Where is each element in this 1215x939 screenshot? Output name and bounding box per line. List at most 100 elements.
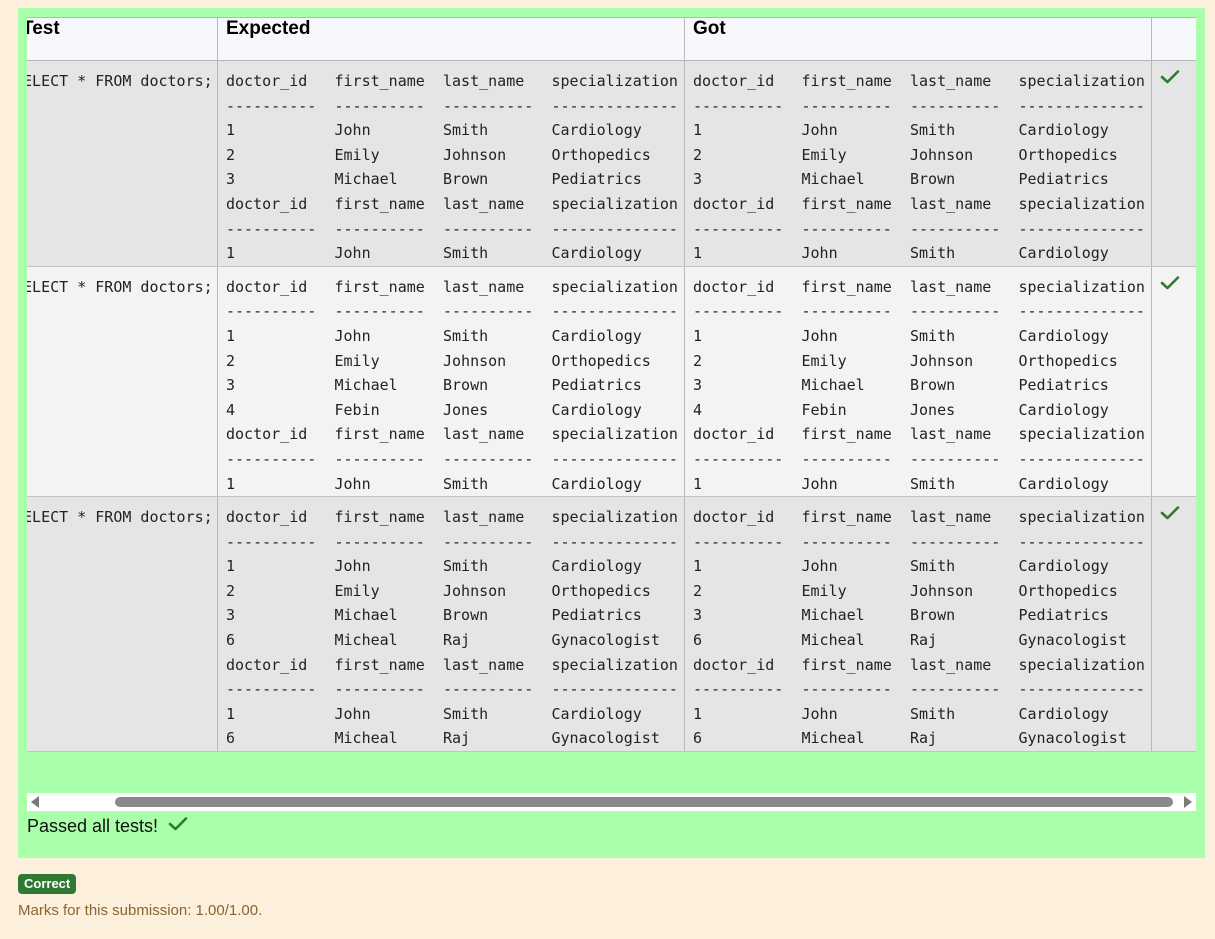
- expected-output-field: 6: [226, 631, 236, 650]
- expected-output-field: Smith: [443, 704, 489, 723]
- expected-output-field: 1: [226, 474, 236, 493]
- expected-output-field: Michael: [334, 376, 398, 395]
- expected-output-field: --------------: [551, 532, 678, 551]
- expected-output-line: 1 John Smith Cardiology: [226, 324, 684, 349]
- expected-output-field: doctor_id: [226, 72, 308, 90]
- scroll-right-arrow-icon[interactable]: [1184, 796, 1192, 808]
- got-output-field: Cardiology: [1018, 400, 1109, 419]
- scroll-left-arrow-icon[interactable]: [31, 796, 39, 808]
- got-output-line: 3 Michael Brown Pediatrics: [693, 373, 1151, 398]
- got-output-field: 2: [693, 145, 703, 164]
- expected-output-field: Jones: [443, 400, 489, 419]
- got-output-line: ---------- ---------- ---------- ----------…: [693, 94, 1151, 119]
- got-output-line: 6 Micheal Raj Gynacologist: [693, 726, 1151, 751]
- expected-output-field: ----------: [226, 449, 317, 468]
- got-output-field: first_name: [801, 655, 892, 674]
- expected-output-field: last_name: [443, 425, 525, 444]
- expected-output-field: John: [334, 704, 371, 723]
- got-output-field: Michael: [801, 606, 865, 625]
- got-output-field: ----------: [801, 680, 892, 699]
- got-output-line: doctor_id first_name last_name specializati…: [693, 275, 1151, 300]
- expected-output-field: 1: [226, 326, 236, 345]
- got-output-field: Raj: [910, 729, 938, 748]
- expected-output-line: ---------- ---------- ---------- ----------…: [226, 94, 684, 119]
- got-output-field: last_name: [910, 194, 992, 213]
- got-output-field: first_name: [801, 194, 892, 213]
- expected-output-field: ----------: [443, 302, 534, 321]
- expected-output-field: John: [334, 244, 371, 263]
- results-table-viewport[interactable]: Test Expected Got SELECT * FROM doctors;…: [27, 17, 1196, 775]
- expected-output-field: 3: [226, 170, 236, 189]
- got-output-field: Brown: [910, 376, 956, 395]
- got-output-field: doctor_id: [693, 425, 775, 444]
- test-cell: SELECT * FROM doctors;: [27, 496, 218, 753]
- status-cell: [1151, 60, 1196, 267]
- got-output-field: last_name: [910, 277, 992, 296]
- expected-output-field: Raj: [443, 729, 471, 748]
- expected-output-field: first_name: [334, 72, 425, 90]
- got-output-line: doctor_id first_name last_name specializati…: [693, 505, 1151, 530]
- passed-summary: Passed all tests!: [27, 816, 188, 837]
- got-output-field: --------------: [1018, 449, 1145, 468]
- got-output-field: ----------: [910, 449, 1001, 468]
- expected-output-field: first_name: [334, 508, 425, 527]
- expected-output-field: Johnson: [443, 145, 507, 164]
- got-output-field: specialization: [1018, 425, 1145, 444]
- expected-output-field: specialization: [551, 425, 678, 444]
- got-output-cell: doctor_id first_name last_name specializati…: [684, 496, 1152, 753]
- got-output-field: --------------: [1018, 680, 1145, 699]
- test-query: SELECT * FROM doctors;: [27, 72, 213, 90]
- expected-output-field: Johnson: [443, 351, 507, 370]
- expected-output-line: 1 John Smith Cardiology: [226, 118, 684, 143]
- got-output-field: John: [801, 704, 838, 723]
- expected-output-field: ----------: [226, 219, 317, 238]
- expected-output-field: --------------: [551, 219, 678, 238]
- got-output-line: 6 Micheal Raj Gynacologist: [693, 628, 1151, 653]
- got-output-field: Michael: [801, 170, 865, 189]
- test-cell: SELECT * FROM doctors;: [27, 60, 218, 267]
- expected-output-line: doctor_id first_name last_name specializati…: [226, 192, 684, 217]
- got-output-field: Smith: [910, 326, 956, 345]
- expected-output-field: Micheal: [334, 631, 398, 650]
- got-output-field: ----------: [693, 449, 784, 468]
- got-output-field: Cardiology: [1018, 704, 1109, 723]
- got-output-line: ---------- ---------- ---------- ----------…: [693, 447, 1151, 472]
- expected-output-field: doctor_id: [226, 194, 308, 213]
- expected-output-field: Gynacologist: [551, 729, 660, 748]
- expected-output-field: first_name: [334, 655, 425, 674]
- expected-output-field: 6: [226, 729, 236, 748]
- got-output-field: specialization: [1018, 72, 1145, 90]
- got-output-field: 6: [693, 729, 703, 748]
- got-output-line: 1 John Smith Cardiology: [693, 324, 1151, 349]
- expected-output-field: specialization: [551, 194, 678, 213]
- horizontal-scrollbar[interactable]: [27, 793, 1196, 811]
- got-output-line: doctor_id first_name last_name specializati…: [693, 192, 1151, 217]
- expected-output-field: ----------: [334, 680, 425, 699]
- got-output-field: last_name: [910, 655, 992, 674]
- got-output-field: Gynacologist: [1018, 631, 1127, 650]
- expected-output-field: --------------: [551, 302, 678, 321]
- got-output-field: specialization: [1018, 277, 1145, 296]
- got-output-field: John: [801, 557, 838, 576]
- got-output-field: Brown: [910, 170, 956, 189]
- got-output-field: ----------: [801, 449, 892, 468]
- check-icon: [1160, 69, 1180, 89]
- got-output-field: Michael: [801, 376, 865, 395]
- expected-output-field: Smith: [443, 326, 489, 345]
- expected-output-cell: doctor_id first_name last_name specializati…: [217, 496, 685, 753]
- check-icon: [168, 816, 188, 837]
- expected-output-line: 1 John Smith Cardiology: [226, 241, 684, 266]
- expected-output-field: Brown: [443, 606, 489, 625]
- expected-output-line: 3 Michael Brown Pediatrics: [226, 167, 684, 192]
- header-got: Got: [684, 17, 1152, 61]
- check-icon: [1160, 275, 1180, 295]
- got-output-field: ----------: [693, 219, 784, 238]
- header-expected: Expected: [217, 17, 685, 61]
- expected-output-cell: doctor_id first_name last_name specializati…: [217, 60, 685, 267]
- got-output-field: John: [801, 121, 838, 140]
- expected-output-field: 3: [226, 606, 236, 625]
- scroll-thumb[interactable]: [115, 797, 1173, 807]
- got-output-line: 3 Michael Brown Pediatrics: [693, 603, 1151, 628]
- expected-output-field: Michael: [334, 170, 398, 189]
- expected-output-field: --------------: [551, 449, 678, 468]
